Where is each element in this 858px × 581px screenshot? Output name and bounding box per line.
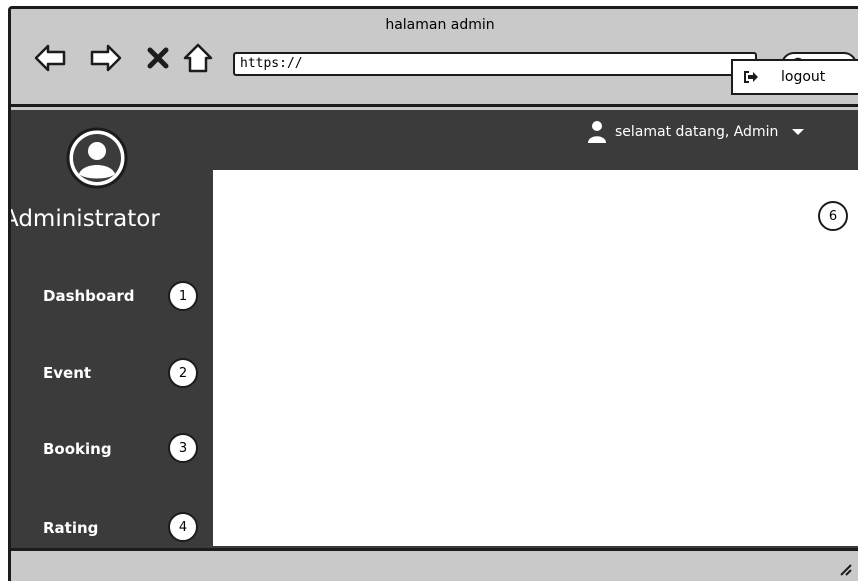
stop-button[interactable] — [141, 41, 175, 75]
sidebar-item-booking[interactable]: Booking — [43, 440, 112, 458]
logout-label: logout — [781, 69, 826, 85]
status-bar — [11, 548, 858, 581]
arrow-right-icon — [90, 44, 122, 72]
home-button[interactable] — [181, 41, 215, 75]
user-icon — [588, 121, 606, 143]
back-button[interactable] — [33, 41, 67, 75]
main-content — [213, 170, 858, 546]
window-title: halaman admin — [385, 17, 495, 33]
sign-out-icon — [744, 71, 758, 83]
home-icon — [183, 43, 213, 73]
sidebar-item-event[interactable]: Event — [43, 364, 91, 382]
forward-button[interactable] — [89, 41, 123, 75]
sidebar-item-rating[interactable]: Rating — [43, 519, 98, 537]
avatar-icon — [66, 127, 128, 189]
sidebar: Administrator Dashboard 1 Event 2 Bookin… — [11, 110, 211, 548]
admin-app: selamat datang, Admin Administrator Dash… — [11, 110, 858, 548]
caret-down-icon — [792, 129, 805, 135]
annotation-badge: 4 — [168, 512, 198, 542]
address-bar[interactable]: https:// — [233, 52, 757, 76]
user-menu[interactable]: selamat datang, Admin — [587, 120, 805, 144]
logout-menu-item[interactable]: logout — [731, 59, 858, 95]
sidebar-title: Administrator — [8, 206, 160, 232]
annotation-badge: 3 — [168, 433, 198, 463]
annotation-badge: 6 — [818, 201, 848, 231]
annotation-badge: 2 — [168, 358, 198, 388]
greeting-text: selamat datang, Admin — [615, 124, 779, 140]
sidebar-item-dashboard[interactable]: Dashboard — [43, 287, 134, 305]
arrow-left-icon — [34, 44, 66, 72]
annotation-badge: 1 — [168, 281, 198, 311]
resize-grip-icon[interactable] — [837, 561, 853, 577]
close-icon — [147, 47, 169, 69]
